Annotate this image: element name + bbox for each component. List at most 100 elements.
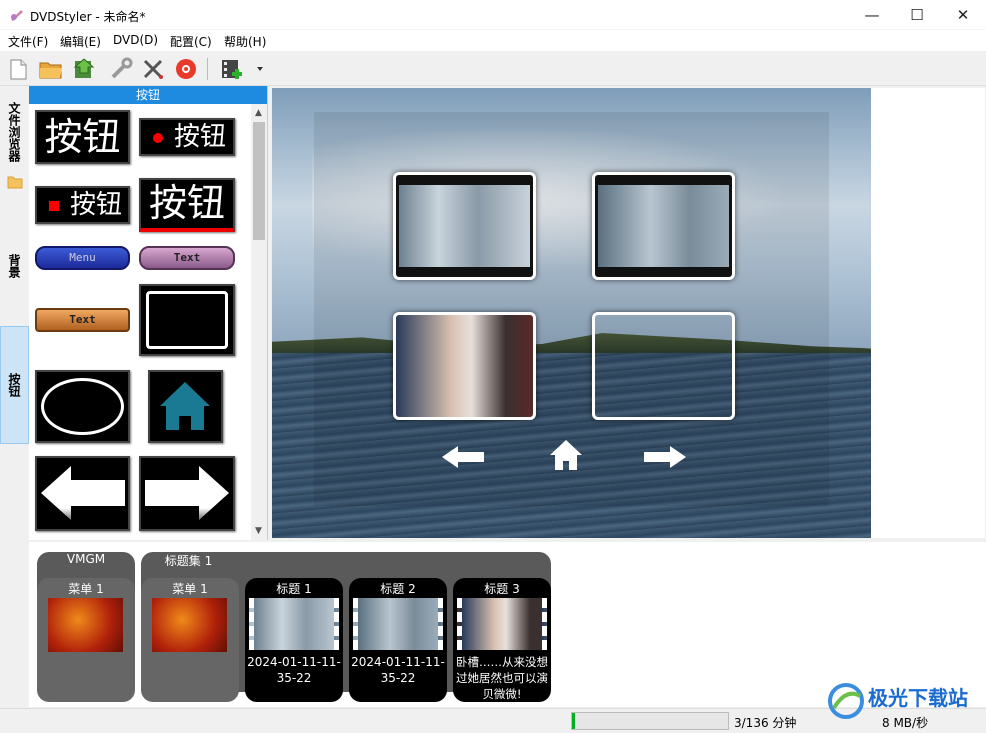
menu-edit[interactable]: 编辑(E) [60,33,101,50]
red-dot-icon [153,133,163,143]
menu-file[interactable]: 文件(F) [8,33,48,50]
app-icon [11,10,23,21]
scroll-up-icon[interactable]: ▲ [255,108,262,118]
burn-icon[interactable] [173,57,199,81]
title-1-label: 标题 1 [276,582,312,596]
ellipse-shape [41,378,124,435]
menu-thumbnail [48,598,123,652]
preview-margin [871,88,985,538]
home-icon [160,382,210,430]
menu-button-empty[interactable] [592,312,735,420]
watermark-logo-icon [828,683,864,719]
vmgm-group: VMGM 菜单 1 [37,552,135,702]
scroll-down-icon[interactable]: ▼ [255,526,262,536]
watermark-text: 极光下载站 [868,686,968,710]
new-icon[interactable] [5,57,31,81]
menu-dvd[interactable]: DVD(D) [113,33,158,47]
film-thumbnail [249,598,339,650]
progress-fill [572,713,576,729]
titleset-menu-label: 菜单 1 [172,582,208,596]
arrow-right-icon[interactable] [644,446,686,468]
menu-thumbnail [152,598,227,652]
dropdown-icon[interactable] [254,57,266,81]
menu-preview[interactable] [272,88,872,538]
arrow-left-icon[interactable] [442,446,484,468]
watermark: 极光下载站 [826,680,982,722]
settings-icon[interactable] [109,57,135,81]
menu-button-title-3[interactable] [393,312,536,420]
button-style-2-label: 按钮 [174,122,227,152]
title-2-label: 标题 2 [380,582,416,596]
button-style-text-purple[interactable]: Text [139,246,235,270]
add-file-icon[interactable] [219,57,245,81]
button-style-1[interactable]: 按钮 [35,110,130,164]
vmgm-menu-label: 菜单 1 [68,582,104,596]
button-style-home[interactable] [148,370,223,443]
button-style-4-label: 按钮 [148,181,225,225]
titleset-menu-card[interactable]: 菜单 1 [141,578,239,702]
film-thumbnail [353,598,443,650]
button-style-ellipse[interactable] [35,370,130,443]
button-style-frame[interactable] [139,284,235,356]
title-bar: DVDStyler - 未命名* — ☐ ✕ [0,0,986,30]
vmgm-label: VMGM [66,552,106,566]
button-style-menu[interactable]: Menu [35,246,130,270]
title-1-caption: 2024-01-11-11-35-22 [247,655,341,685]
title-3-card[interactable]: 标题 3 卧槽……从来没想过她居然也可以演贝微微! [453,578,551,702]
button-style-1-label: 按钮 [44,115,121,159]
frame-shape [146,291,228,349]
video-frame [399,185,530,267]
panel-header: 按钮 [29,86,267,104]
title-2-card[interactable]: 标题 2 2024-01-11-11-35-22 [349,578,447,702]
titleset-group: 标题集 1 菜单 1 标题 1 2024-01-11-11-35-22 标题 2… [141,552,551,702]
tab-background-label: 背景 [7,254,21,278]
tab-buttons[interactable]: 按钮 [0,326,29,444]
maximize-button[interactable]: ☐ [894,0,940,30]
menu-config[interactable]: 配置(C) [170,33,212,50]
video-frame [598,185,729,267]
scroll-thumb[interactable] [253,122,265,240]
titleset-label: 标题集 1 [164,554,213,568]
button-style-arrow-left[interactable] [35,456,130,531]
panel-scrollbar[interactable]: ▲ ▼ [251,104,267,540]
save-icon[interactable] [71,57,97,81]
buttons-panel: 按钮 按钮 按钮 按钮 按钮 Menu Text Text ▲ ▼ [29,86,268,540]
duration-text: 3/136 分钟 [734,716,797,730]
tools-icon[interactable] [141,57,167,81]
button-style-2[interactable]: 按钮 [139,118,235,156]
vmgm-menu-card[interactable]: 菜单 1 [37,578,135,702]
toolbar [0,52,986,86]
button-style-menu-label: Menu [69,251,96,264]
button-style-text-orange[interactable]: Text [35,308,130,332]
menu-button-title-1[interactable] [393,172,536,280]
window-title: DVDStyler - 未命名* [30,10,146,24]
button-style-3[interactable]: 按钮 [35,186,130,224]
minimize-button[interactable]: — [849,0,895,30]
arrow-left-icon [37,466,128,529]
film-thumbnail [457,598,547,650]
open-icon[interactable] [38,57,64,81]
menu-bar: 文件(F) 编辑(E) DVD(D) 配置(C) 帮助(H) [0,30,986,51]
title-3-label: 标题 3 [484,582,520,596]
menu-button-title-2[interactable] [592,172,735,280]
tab-file-browser[interactable]: 文件浏览器 [0,94,29,169]
tab-buttons-label: 按钮 [7,373,21,397]
button-style-4[interactable]: 按钮 [139,178,235,232]
button-style-text-orange-label: Text [69,313,96,326]
arrow-right-icon [141,466,233,529]
home-icon[interactable] [549,439,583,471]
title-3-caption: 卧槽……从来没想过她居然也可以演贝微微! [456,655,548,701]
menu-help[interactable]: 帮助(H) [224,33,266,50]
button-style-arrow-right[interactable] [139,456,235,531]
button-style-text-purple-label: Text [173,251,201,264]
red-square-icon [49,201,59,211]
title-1-card[interactable]: 标题 1 2024-01-11-11-35-22 [245,578,343,702]
tab-file-browser-label: 文件浏览器 [7,101,21,162]
close-button[interactable]: ✕ [940,0,986,30]
button-style-3-label: 按钮 [70,190,123,220]
toolbar-separator [207,58,208,80]
tab-background[interactable]: 背景 [0,236,29,296]
progress-bar [571,712,729,730]
side-tabs: 文件浏览器 背景 按钮 [0,86,29,544]
folder-icon [7,176,23,189]
